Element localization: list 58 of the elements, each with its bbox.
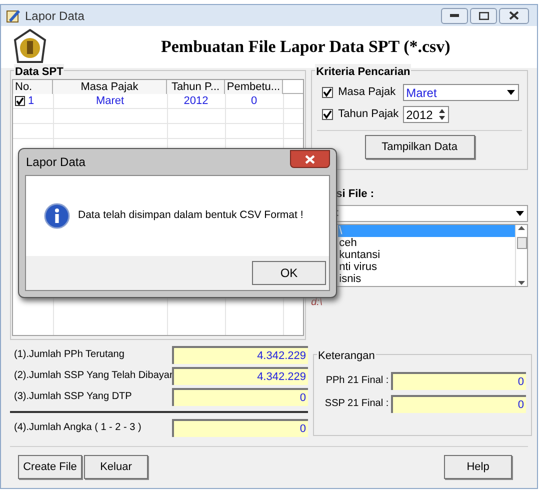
amount-field[interactable]: 4.342.229 (172, 346, 308, 364)
form-heading: Pembuatan File Lapor Data SPT (*.csv) (161, 36, 450, 58)
folder-label: si File : (336, 187, 376, 202)
action-button[interactable]: Create File (18, 455, 82, 479)
summary-label: (1).Jumlah PPh Terutang (13, 348, 126, 362)
checkbox[interactable] (322, 109, 334, 120)
table-cell-text: 0 (250, 94, 258, 109)
row-checkbox[interactable] (15, 96, 25, 106)
table-cell-text: 2012 (184, 94, 208, 109)
pencil-icon (5, 8, 21, 24)
table-cell-text: Maret (96, 94, 124, 109)
field-label: Masa Pajak (338, 85, 397, 100)
dialog-message: Data telah disimpan dalam bentuk CSV Format ! (78, 208, 304, 224)
minimize-button[interactable] (441, 8, 468, 24)
scroll-up-icon[interactable] (518, 226, 525, 230)
action-button[interactable]: Keluar (84, 455, 148, 479)
column-header[interactable]: No. (13, 80, 53, 94)
folder-item[interactable]: nti virus (338, 260, 515, 272)
column-header[interactable]: Masa Pajak (53, 80, 167, 94)
amount-field[interactable]: 0 (172, 388, 308, 406)
field-label: Tahun Pajak (338, 107, 400, 122)
amount-field[interactable]: 0 (390, 394, 526, 412)
maximize-button[interactable] (470, 8, 497, 24)
amount-field[interactable]: 4.342.229 (172, 366, 308, 384)
action-button[interactable]: Help (444, 455, 512, 479)
emblem-icon (13, 29, 47, 65)
summary-label: (2).Jumlah SSP Yang Telah Dibayar (13, 369, 172, 383)
minimize-icon (450, 14, 459, 18)
table-cell-text: 1 (28, 94, 34, 109)
dialog-title: Lapor Data (26, 154, 86, 171)
group-title: Keterangan (317, 348, 376, 364)
folder-item[interactable]: isnis (338, 272, 515, 284)
summary-label: (3).Jumlah SSP Yang DTP (13, 390, 133, 404)
close-icon (509, 11, 519, 20)
summary-label: (4).Jumlah Angka ( 1 - 2 - 3 ) (13, 421, 142, 435)
field-label: SSP 21 Final : (324, 397, 390, 411)
folder-item[interactable]: ceh (338, 236, 515, 248)
show-data-button[interactable]: Tampilkan Data (364, 135, 475, 159)
amount-field[interactable]: 0 (390, 372, 526, 390)
scroll-thumb[interactable] (516, 236, 526, 248)
field-label: PPh 21 Final : (324, 374, 390, 388)
scroll-down-icon[interactable] (518, 280, 525, 284)
checkbox[interactable] (322, 87, 334, 98)
column-header[interactable]: Tahun P... (167, 80, 225, 94)
folder-item[interactable]: kuntansi (338, 248, 515, 260)
ok-button[interactable]: OK (252, 261, 326, 285)
amount-field[interactable]: 0 (172, 418, 308, 436)
path-text: d:\ (311, 296, 322, 310)
info-icon (44, 203, 70, 229)
column-header[interactable]: Pembetu... (225, 80, 283, 94)
close-icon (305, 154, 315, 164)
month-dropdown[interactable]: Maret (403, 84, 520, 101)
close-button[interactable] (499, 8, 529, 24)
scrollbar[interactable] (515, 224, 527, 286)
window-title: Lapor Data (25, 8, 86, 24)
close-button[interactable] (290, 150, 330, 168)
year-spinner[interactable]: 2012 (403, 106, 450, 123)
maximize-icon (478, 12, 488, 20)
